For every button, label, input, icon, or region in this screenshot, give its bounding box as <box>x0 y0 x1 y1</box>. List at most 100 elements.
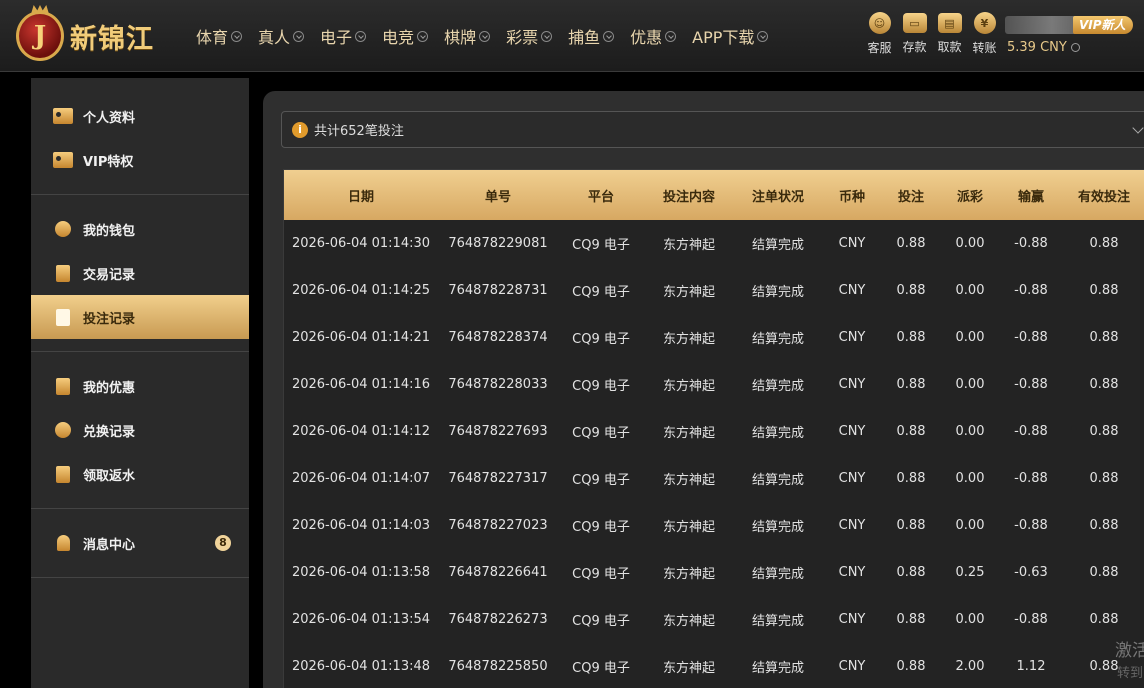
table-cell: 结算完成 <box>751 661 804 676</box>
table-row[interactable]: 2026-06-04 01:14:16 764878228033 CQ9 电子 东方神… <box>284 361 1144 408</box>
table-row[interactable]: 2026-06-04 01:14:07 764878227317 CQ9 电子 东方神… <box>284 455 1144 502</box>
table-cell: 结算完成 <box>751 426 804 441</box>
table-cell: 2026-06-04 01:13:54 <box>291 612 431 627</box>
sidebar-item[interactable]: 领取返水 <box>31 452 249 496</box>
table-row[interactable]: 2026-06-04 01:14:12 764878227693 CQ9 电子 东方神… <box>284 408 1144 455</box>
nav-item-8[interactable]: APP下载 <box>692 24 769 48</box>
table-row[interactable]: 2026-06-04 01:13:48 764878225850 CQ9 电子 东方神… <box>284 643 1144 688</box>
table-cell: 东方神起 <box>662 661 715 676</box>
nav-item-0[interactable]: 体育 <box>196 24 243 48</box>
sidebar-item-label: 交易记录 <box>83 267 136 283</box>
table-row[interactable]: 2026-06-04 01:13:54 764878226273 CQ9 电子 东方神… <box>284 596 1144 643</box>
table-cell: 2026-06-04 01:14:16 <box>291 377 431 392</box>
nav-item-label: 棋牌 <box>444 28 477 47</box>
sidebar-item[interactable]: 消息中心 8 <box>31 521 249 565</box>
table-cell: CQ9 电子 <box>572 379 630 394</box>
table-cell: 结算完成 <box>751 332 804 347</box>
sidebar-group: 我的钱包交易记录投注记录 <box>31 195 249 352</box>
sidebar-item[interactable]: 我的优惠 <box>31 364 249 408</box>
nav-item-7[interactable]: 优惠 <box>630 24 677 48</box>
sidebar-item[interactable]: VIP特权 <box>31 138 249 182</box>
top-bar: J 新锦江 体育 真人 电子 电竞 棋牌 彩票 捕鱼 优惠 APP下载 ☺ 客服 ▭ 存款 ▤ 取款 ¥ 转账… <box>0 0 1144 72</box>
column-header: 输赢 <box>1017 189 1044 205</box>
table-cell: CQ9 电子 <box>572 332 630 347</box>
table-cell: 结算完成 <box>751 238 804 253</box>
table-cell: CNY <box>838 659 866 674</box>
sidebar-item[interactable]: 投注记录 <box>31 295 249 339</box>
nav-item-3[interactable]: 电竞 <box>382 24 429 48</box>
deposit-icon: ▭ <box>902 13 927 33</box>
transfer-button[interactable]: ¥ 转账 <box>967 12 1002 56</box>
table-cell: CNY <box>838 518 866 533</box>
chevron-down-icon <box>355 30 367 42</box>
table-cell: 764878227023 <box>448 518 548 533</box>
account-actions: ☺ 客服 ▭ 存款 ▤ 取款 ¥ 转账 <box>862 12 1002 56</box>
sidebar-group: 我的优惠兑换记录 领取返水 <box>31 352 249 509</box>
table-cell: 结算完成 <box>751 285 804 300</box>
sidebar-item-label: 我的钱包 <box>83 223 136 239</box>
activation-watermark: 激活 <box>1115 641 1144 661</box>
table-cell: 764878225850 <box>448 659 548 674</box>
table-cell: 0.88 <box>896 471 926 486</box>
sidebar-item-label: 我的优惠 <box>83 380 136 396</box>
chevron-down-icon <box>757 30 769 42</box>
table-cell: 0.88 <box>1089 565 1119 580</box>
nav-item-label: 优惠 <box>630 28 663 47</box>
table-row[interactable]: 2026-06-04 01:13:58 764878226641 CQ9 电子 东方神… <box>284 549 1144 596</box>
sidebar-item[interactable]: 个人资料 <box>31 94 249 138</box>
table-cell: 0.88 <box>896 659 926 674</box>
table-cell: 东方神起 <box>662 426 715 441</box>
table-row[interactable]: 2026-06-04 01:14:03 764878227023 CQ9 电子 东方神… <box>284 502 1144 549</box>
nav-item-2[interactable]: 电子 <box>320 24 367 48</box>
nav-item-label: 体育 <box>196 28 229 47</box>
sidebar-item[interactable]: 兑换记录 <box>31 408 249 452</box>
table-cell: 0.88 <box>1089 377 1119 392</box>
table-cell: 2026-06-04 01:14:07 <box>291 471 431 486</box>
nav-item-4[interactable]: 棋牌 <box>444 24 491 48</box>
chevron-down-icon[interactable] <box>1132 122 1144 134</box>
bet-summary-bar[interactable]: i 共计652笔投注 <box>281 111 1144 148</box>
table-cell: -0.88 <box>1014 283 1048 298</box>
sidebar-item[interactable]: 我的钱包 <box>31 207 249 251</box>
deposit-button[interactable]: ▭ 存款 <box>897 12 932 56</box>
brand-logo[interactable]: J 新锦江 <box>16 8 176 64</box>
balance-display[interactable]: 5.39 CNY <box>1007 40 1080 55</box>
main-nav: 体育 真人 电子 电竞 棋牌 彩票 捕鱼 优惠 APP下载 <box>196 24 784 48</box>
table-cell: 0.88 <box>896 330 926 345</box>
nav-item-label: 真人 <box>258 28 291 47</box>
table-cell: 0.25 <box>955 565 985 580</box>
sidebar-item[interactable]: 交易记录 <box>31 251 249 295</box>
chevron-down-icon[interactable] <box>1070 43 1080 52</box>
nav-item-5[interactable]: 彩票 <box>506 24 553 48</box>
sidebar-item-label: 投注记录 <box>83 311 136 327</box>
activation-watermark-sub: 转到 <box>1117 666 1144 681</box>
table-cell: 0.88 <box>1089 283 1119 298</box>
sidebar-item-label: 消息中心 <box>83 537 136 553</box>
table-cell: 764878227693 <box>448 424 548 439</box>
table-cell: 结算完成 <box>751 567 804 582</box>
withdraw-button[interactable]: ▤ 取款 <box>932 12 967 56</box>
table-cell: 764878228731 <box>448 283 548 298</box>
table-cell: 东方神起 <box>662 614 715 629</box>
table-row[interactable]: 2026-06-04 01:14:21 764878228374 CQ9 电子 东方神… <box>284 314 1144 361</box>
table-cell: 2026-06-04 01:14:03 <box>291 518 431 533</box>
info-icon: i <box>292 121 308 138</box>
table-cell: 2026-06-04 01:14:25 <box>291 283 431 298</box>
chevron-down-icon <box>541 30 553 42</box>
table-cell: CQ9 电子 <box>572 426 630 441</box>
table-cell: 0.88 <box>896 424 926 439</box>
vip-card-icon <box>53 152 73 168</box>
column-header: 有效投注 <box>1077 189 1130 205</box>
nav-item-6[interactable]: 捕鱼 <box>568 24 615 48</box>
table-row[interactable]: 2026-06-04 01:14:25 764878228731 CQ9 电子 东方神… <box>284 267 1144 314</box>
id-card-icon <box>53 108 73 124</box>
nav-item-label: 电竞 <box>382 28 415 47</box>
table-cell: 东方神起 <box>662 332 715 347</box>
transfer-label: 转账 <box>972 41 997 55</box>
column-header: 日期 <box>347 189 374 205</box>
nav-item-1[interactable]: 真人 <box>258 24 305 48</box>
rebate-icon <box>56 465 70 483</box>
customer-service-button[interactable]: ☺ 客服 <box>862 12 897 56</box>
table-row[interactable]: 2026-06-04 01:14:30 764878229081 CQ9 电子 东方神… <box>284 220 1144 267</box>
table-cell: 1.12 <box>1016 659 1046 674</box>
